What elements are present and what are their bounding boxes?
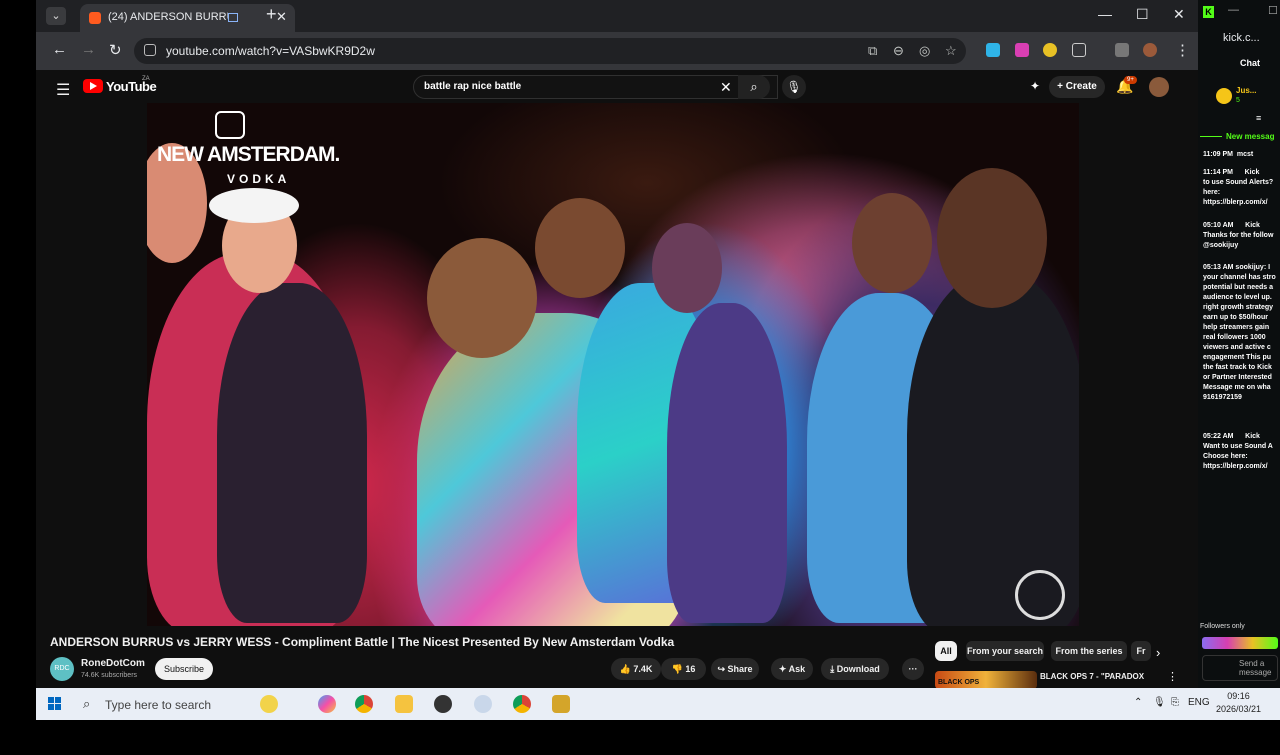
game-app-icon[interactable] — [552, 695, 570, 713]
clock-date: 2026/03/21 — [1216, 704, 1262, 714]
app-dark-icon[interactable] — [434, 695, 452, 713]
person-light-blue-head — [852, 193, 932, 293]
person-cap — [217, 283, 367, 623]
window-close-icon[interactable]: ✕ — [1173, 6, 1185, 23]
microphone-tray-icon[interactable]: 🎙 — [1153, 697, 1166, 708]
person-blue-head — [535, 198, 625, 298]
tab-favicon-icon — [89, 12, 101, 24]
kick-chat-window: K — ☐ kick.c... Chat Jus... 5 ≡ New mess… — [1198, 0, 1280, 688]
followers-only-label: Followers only — [1200, 623, 1245, 630]
widgets-icon[interactable] — [318, 695, 336, 713]
address-bar[interactable]: youtube.com/watch?v=VASbwKR9D2w ⧉ ⊖ ◎ ☆ — [134, 38, 966, 64]
search-box[interactable]: battle rap nice battle ✕ — [413, 75, 778, 99]
chat-message: 11:14 PM Kick to use Sound Alerts? here:… — [1203, 169, 1274, 206]
extensions-puzzle-icon[interactable] — [1072, 43, 1086, 57]
desktop-edge — [0, 0, 36, 688]
chat-send-input[interactable]: Send a message — [1202, 655, 1278, 681]
pinned-user-count: 5 — [1236, 97, 1240, 104]
search-button[interactable]: ⌕ — [738, 75, 770, 99]
region-code: ZA — [142, 76, 150, 82]
create-button[interactable]: + Create — [1049, 76, 1105, 98]
tab-media-icon[interactable] — [228, 13, 238, 22]
new-tab-button[interactable]: + — [266, 4, 277, 25]
forward-icon[interactable]: → — [81, 41, 96, 58]
chat-message: 05:10 AM Kick Thanks for the follow @soo… — [1203, 222, 1274, 249]
clock-time: 09:16 — [1227, 691, 1250, 701]
pinned-user-name[interactable]: Jus... — [1236, 86, 1256, 95]
tray-overflow-icon[interactable]: ⌃ — [1134, 697, 1142, 708]
start-windows-icon[interactable] — [48, 697, 62, 711]
back-icon[interactable]: ← — [52, 41, 67, 58]
extension-3-icon[interactable] — [1043, 43, 1057, 57]
person-purple — [667, 303, 787, 623]
tab-search-dropdown-icon[interactable]: ⌄ — [46, 7, 66, 25]
extension-2-icon[interactable] — [1015, 43, 1029, 57]
emote-bar-icon[interactable] — [1202, 637, 1278, 649]
eye-off-icon[interactable]: ◎ — [919, 43, 930, 59]
person-black-head — [937, 168, 1047, 308]
chrome-profile-icon[interactable] — [513, 695, 531, 713]
new-messages-label: New messag — [1226, 132, 1275, 141]
video-overlay-sub: VODKA — [227, 172, 291, 186]
clear-search-icon[interactable]: ✕ — [720, 79, 732, 96]
network-app-icon[interactable] — [474, 695, 492, 713]
network-tray-icon[interactable]: ⎘ — [1171, 697, 1179, 708]
chat-message: 05:22 AM Kick Want to use Sound A Choose… — [1203, 433, 1273, 470]
person-floral-head — [427, 238, 537, 358]
site-info-icon[interactable] — [144, 44, 156, 56]
chat-message: 05:13 AM sookijuy: I your channel has st… — [1203, 264, 1276, 401]
kick-minimize-icon[interactable]: — — [1228, 4, 1239, 16]
profile-avatar-icon[interactable] — [1143, 43, 1157, 57]
youtube-logo-icon[interactable] — [83, 79, 103, 93]
file-explorer-icon[interactable] — [395, 695, 413, 713]
search-input[interactable]: battle rap nice battle — [424, 81, 521, 92]
url-text[interactable]: youtube.com/watch?v=VASbwKR9D2w — [166, 44, 375, 58]
brand-logo-icon — [215, 111, 245, 139]
notifications-badge: 9+ — [1124, 76, 1137, 84]
lang-indicator[interactable]: ENG — [1188, 697, 1210, 708]
kick-maximize-icon[interactable]: ☐ — [1268, 4, 1278, 17]
zoom-icon[interactable]: ⊖ — [893, 43, 904, 59]
chat-filter-icon[interactable]: ≡ — [1256, 113, 1261, 123]
chat-message: 11:09 PM mcst — [1203, 151, 1254, 158]
reload-icon[interactable]: ↻ — [109, 41, 122, 59]
tab-youtube[interactable]: (24) ANDERSON BURRUS v ✕ — [80, 4, 295, 32]
kick-chat-title: Chat — [1240, 58, 1260, 68]
account-avatar[interactable] — [1149, 77, 1169, 97]
tab-title: (24) ANDERSON BURRUS v — [108, 11, 228, 23]
maximize-icon[interactable]: ☐ — [1136, 6, 1149, 23]
pinned-user-avatar[interactable] — [1216, 88, 1232, 104]
ai-sparkle-icon[interactable]: ✦ — [1030, 79, 1040, 93]
bookmark-star-icon[interactable]: ☆ — [945, 43, 957, 59]
channel-watermark-icon — [1015, 570, 1065, 620]
video-overlay-brand: NEW AMSTERDAM. — [157, 143, 340, 166]
extension-1-icon[interactable] — [986, 43, 1000, 57]
new-messages-divider — [1200, 136, 1222, 137]
kick-url[interactable]: kick.c... — [1223, 32, 1260, 44]
white-cap — [209, 188, 299, 223]
voice-search-icon[interactable]: 🎙 — [782, 75, 806, 99]
person-purple-head — [652, 223, 722, 313]
copilot-icon[interactable] — [260, 695, 278, 713]
taskbar-search-placeholder: Type here to search — [105, 698, 212, 712]
tab-strip: ⌄ (24) ANDERSON BURRUS v ✕ + — ☐ ✕ — [36, 0, 1198, 32]
windows-taskbar: ⌕ Type here to search ⌃ 🎙 ⎘ ENG 09:16 20… — [36, 688, 1280, 720]
chrome-menu-icon[interactable]: ⋮ — [1175, 41, 1190, 59]
guide-menu-icon[interactable]: ☰ — [56, 80, 70, 100]
browser-toolbar: ← → ↻ youtube.com/watch?v=VASbwKR9D2w ⧉ … — [36, 32, 1198, 70]
video-player[interactable]: NEW AMSTERDAM. VODKA — [147, 103, 1079, 626]
create-label: Create — [1065, 81, 1097, 92]
minimize-icon[interactable]: — — [1098, 6, 1112, 22]
system-clock[interactable]: 09:16 2026/03/21 — [1216, 690, 1261, 716]
install-app-icon[interactable]: ⧉ — [868, 43, 877, 59]
chrome-taskbar-icon[interactable] — [355, 695, 373, 713]
tab-close-icon[interactable]: ✕ — [276, 9, 287, 25]
kick-logo-icon: K — [1203, 6, 1214, 18]
media-controls-icon[interactable] — [1115, 43, 1129, 57]
